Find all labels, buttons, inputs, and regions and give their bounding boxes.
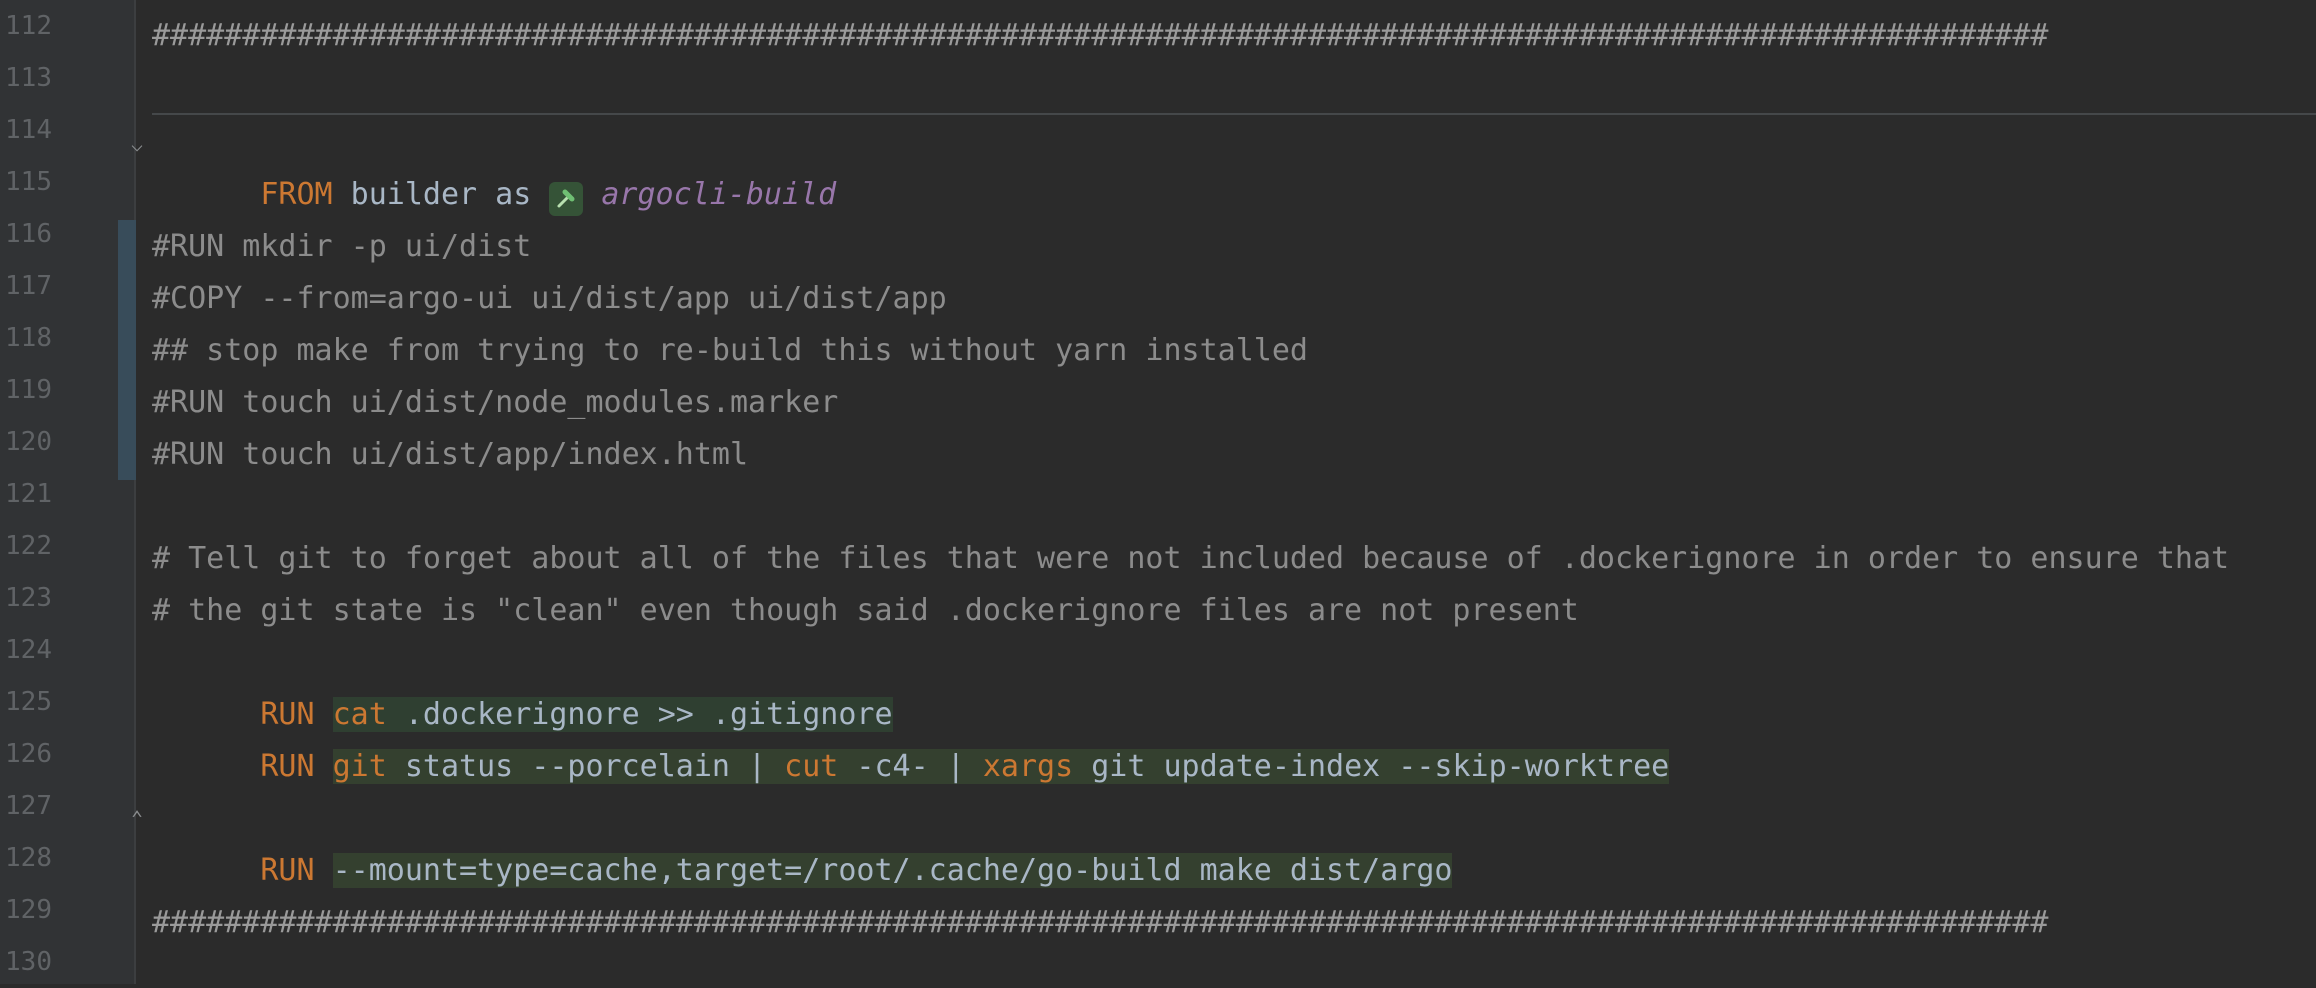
line-number: 121 — [5, 479, 52, 509]
shell-args: git update-index --skip-worktree — [1073, 749, 1670, 784]
code-line-124: RUN cat .dockerignore >> .gitignore — [152, 637, 893, 732]
shell-args: -c4- | — [838, 749, 983, 784]
line-number: 123 — [5, 583, 52, 613]
line-number: 113 — [5, 63, 52, 93]
code-line-120: #RUN touch ui/dist/app/index.html — [152, 437, 749, 472]
line-number: 112 — [5, 11, 52, 41]
code-line-129: ########################################… — [152, 905, 2049, 940]
code-line-114: FROM builder as argocli-build — [152, 117, 836, 216]
line-number: 129 — [5, 895, 52, 925]
line-number: 115 — [5, 167, 52, 197]
run-keyword: RUN — [260, 749, 333, 784]
fold-icon[interactable]: ⌵ — [127, 131, 147, 157]
shell-command-cut: cut — [784, 749, 839, 784]
line-number: 130 — [5, 947, 52, 977]
shell-command-git: git — [332, 749, 387, 784]
stage-name[interactable]: argocli-build — [601, 177, 836, 212]
line-number: 119 — [5, 375, 52, 405]
code-line-118: ## stop make from trying to re-build thi… — [152, 333, 1308, 368]
code-line-123: # the git state is "clean" even though s… — [152, 593, 1579, 628]
code-line-117: #COPY --from=argo-ui ui/dist/app ui/dist… — [152, 281, 947, 316]
vcs-change-marker[interactable] — [118, 220, 136, 480]
code-content[interactable]: ########################################… — [152, 0, 2316, 984]
mount-command: --mount=type=cache,target=/root/.cache/g… — [332, 853, 1453, 888]
line-number: 127 — [5, 791, 52, 821]
line-number: 118 — [5, 323, 52, 353]
hammer-icon[interactable] — [549, 181, 584, 216]
line-number: 120 — [5, 427, 52, 457]
code-line-122: # Tell git to forget about all of the fi… — [152, 541, 2230, 576]
shell-args: status --porcelain | — [386, 749, 785, 784]
line-number: 122 — [5, 531, 52, 561]
line-number: 124 — [5, 635, 52, 665]
code-editor[interactable]: 112 113 114 115 116 117 118 119 120 121 … — [0, 0, 2316, 984]
fold-icon[interactable]: ⌃ — [127, 805, 147, 831]
builder-text: builder as — [332, 177, 550, 212]
line-number: 117 — [5, 271, 52, 301]
line-number: 128 — [5, 843, 52, 873]
from-keyword: FROM — [260, 177, 333, 212]
code-line-127: RUN --mount=type=cache,target=/root/.cac… — [152, 793, 1453, 888]
code-line-119: #RUN touch ui/dist/node_modules.marker — [152, 385, 839, 420]
code-line-125: RUN git status --porcelain | cut -c4- | … — [152, 689, 1670, 784]
line-number: 126 — [5, 739, 52, 769]
shell-command-xargs: xargs — [982, 749, 1074, 784]
code-line-112: ########################################… — [152, 18, 2049, 53]
line-number: 114 — [5, 115, 52, 145]
line-number-gutter: 112 113 114 115 116 117 118 119 120 121 … — [0, 0, 143, 984]
line-number: 125 — [5, 687, 52, 717]
line-number: 116 — [5, 219, 52, 249]
code-line-116: #RUN mkdir -p ui/dist — [152, 229, 532, 264]
run-keyword: RUN — [260, 853, 333, 888]
